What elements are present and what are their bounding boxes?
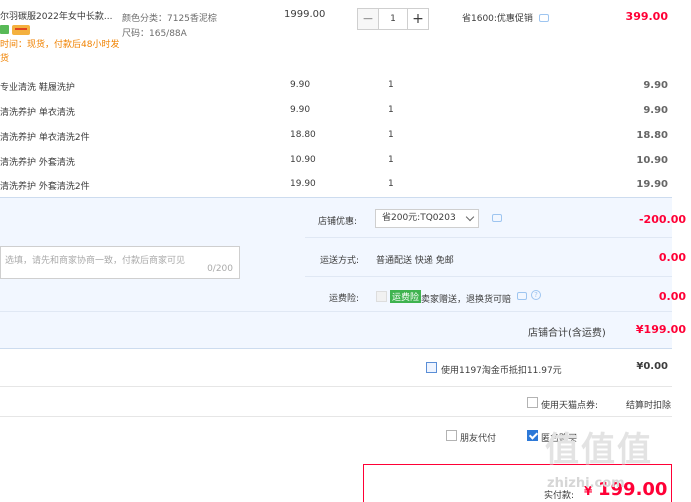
- ship-time: 时间：现货，付款后48小时发货: [0, 40, 120, 64]
- coupon-amount: -200.00: [638, 213, 686, 226]
- service-qty: 1: [388, 130, 394, 140]
- service-total: 9.90: [643, 80, 668, 91]
- service-name: 专业清洗 鞋履洗护: [0, 83, 75, 93]
- chevron-down-icon: [465, 212, 475, 222]
- chat-icon[interactable]: [517, 292, 527, 300]
- shipping-label: 运送方式:: [320, 256, 360, 266]
- coupon-select-value: 省200元:TQ0203: [382, 213, 456, 223]
- watermark-domain: zhizhi.com: [547, 476, 625, 491]
- insurance-label: 运费险:: [329, 294, 360, 304]
- taojinbi-amount: ¥0.00: [636, 361, 668, 372]
- friend-pay-label: 朋友代付: [460, 434, 497, 444]
- service-qty: 1: [388, 155, 394, 165]
- chat-icon[interactable]: [539, 14, 549, 22]
- product-title[interactable]: 尔羽碳服2022年女中长款...: [0, 9, 116, 22]
- insurance-amount: 0.00: [658, 290, 686, 303]
- guarantee-icon: [0, 25, 9, 34]
- friend-pay-checkbox[interactable]: [446, 430, 457, 441]
- message-count: 0/200: [207, 264, 233, 274]
- shipping-value: 普通配送 快递 免邮: [376, 256, 454, 266]
- sku-color: 颜色分类：7125香泥棕: [122, 14, 217, 24]
- shipping-amount: 0.00: [658, 251, 686, 264]
- store-total-label: 店铺合计(含运费): [528, 328, 606, 339]
- service-price: 19.90: [290, 179, 316, 189]
- service-total: 19.90: [636, 179, 668, 190]
- taojinbi-checkbox[interactable]: [426, 362, 437, 373]
- message-placeholder: 选填，请先和商家协商一致，付款后商家可见: [5, 256, 186, 266]
- divider: [0, 416, 672, 417]
- quantity-input[interactable]: 1: [378, 9, 408, 29]
- service-name: 清洗养护 单衣清洗2件: [0, 133, 90, 143]
- help-icon[interactable]: ?: [531, 290, 541, 300]
- service-name: 清洗养护 外套清洗: [0, 158, 75, 168]
- service-name: 清洗养护 单衣清洗: [0, 108, 75, 118]
- taojinbi-label: 使用1197淘金币抵扣11.97元: [441, 366, 562, 376]
- insurance-text: 卖家赠送，退换货可赔: [421, 295, 512, 305]
- service-qty: 1: [388, 80, 394, 90]
- tmall-points-label: 使用天猫点券:: [541, 401, 599, 411]
- tmall-points-note: 结算时扣除: [626, 401, 672, 411]
- service-price: 10.90: [290, 155, 316, 165]
- store-total: ¥199.00: [635, 323, 686, 336]
- service-total: 9.90: [643, 105, 668, 116]
- item-total: 399.00: [625, 10, 668, 23]
- service-price: 18.80: [290, 130, 316, 140]
- service-qty: 1: [388, 105, 394, 115]
- service-name: 清洗养护 外套清洗2件: [0, 182, 90, 192]
- divider: [305, 237, 672, 238]
- service-total: 18.80: [636, 130, 668, 141]
- insurance-tag: 运费险: [390, 290, 422, 303]
- divider: [305, 276, 672, 277]
- service-qty: 1: [388, 179, 394, 189]
- coupon-label: 店铺优惠:: [318, 217, 358, 227]
- message-textarea[interactable]: 选填，请先和商家协商一致，付款后商家可见 0/200: [0, 246, 240, 279]
- unit-price: 1999.00: [284, 9, 326, 20]
- quantity-decrease-button[interactable]: −: [358, 9, 378, 29]
- promo-text[interactable]: 省1600:优惠促销: [462, 11, 533, 24]
- divider: [0, 311, 672, 312]
- credit-card-icon: [12, 25, 30, 35]
- service-total: 10.90: [636, 155, 668, 166]
- watermark-logo: 值值值: [545, 430, 653, 470]
- anonymous-checkbox[interactable]: [527, 430, 538, 441]
- sku-size: 尺码：165/88A: [122, 29, 187, 39]
- quantity-increase-button[interactable]: +: [408, 9, 428, 29]
- insurance-checkbox[interactable]: [376, 291, 387, 302]
- coupon-select[interactable]: 省200元:TQ0203: [375, 209, 479, 228]
- service-price: 9.90: [290, 105, 311, 115]
- service-price: 9.90: [290, 80, 311, 90]
- divider: [0, 386, 672, 387]
- chat-icon[interactable]: [492, 214, 502, 222]
- tmall-points-checkbox[interactable]: [527, 397, 538, 408]
- quantity-stepper: − 1 +: [357, 8, 429, 30]
